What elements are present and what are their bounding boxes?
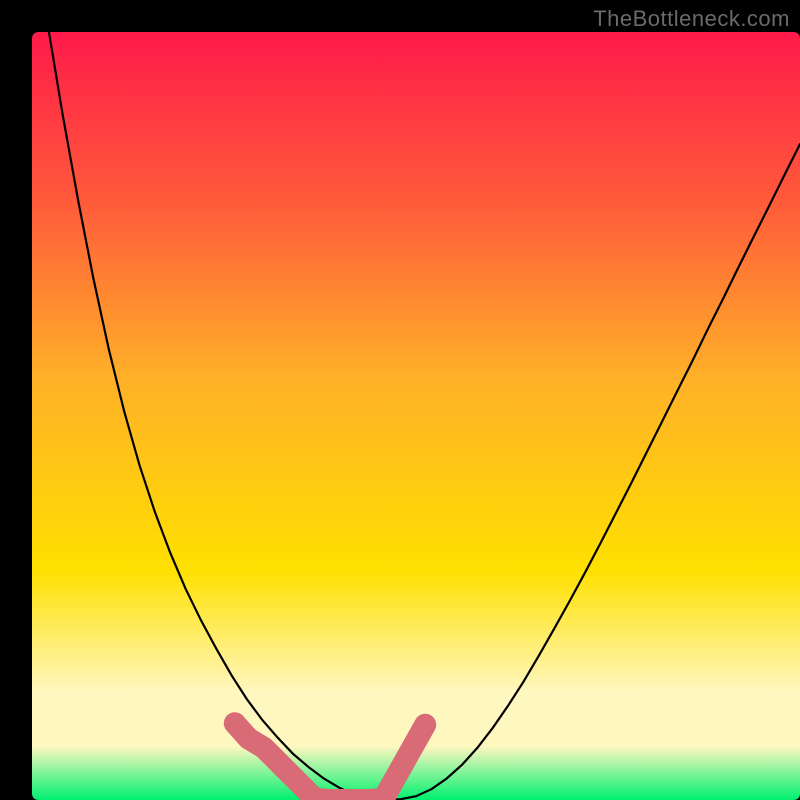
curve-line [32,32,800,800]
watermark-text: TheBottleneck.com [593,6,790,32]
plot-svg [32,32,800,800]
frame: TheBottleneck.com [0,0,800,800]
bottom-marker [235,723,425,800]
plot-area [32,32,800,800]
